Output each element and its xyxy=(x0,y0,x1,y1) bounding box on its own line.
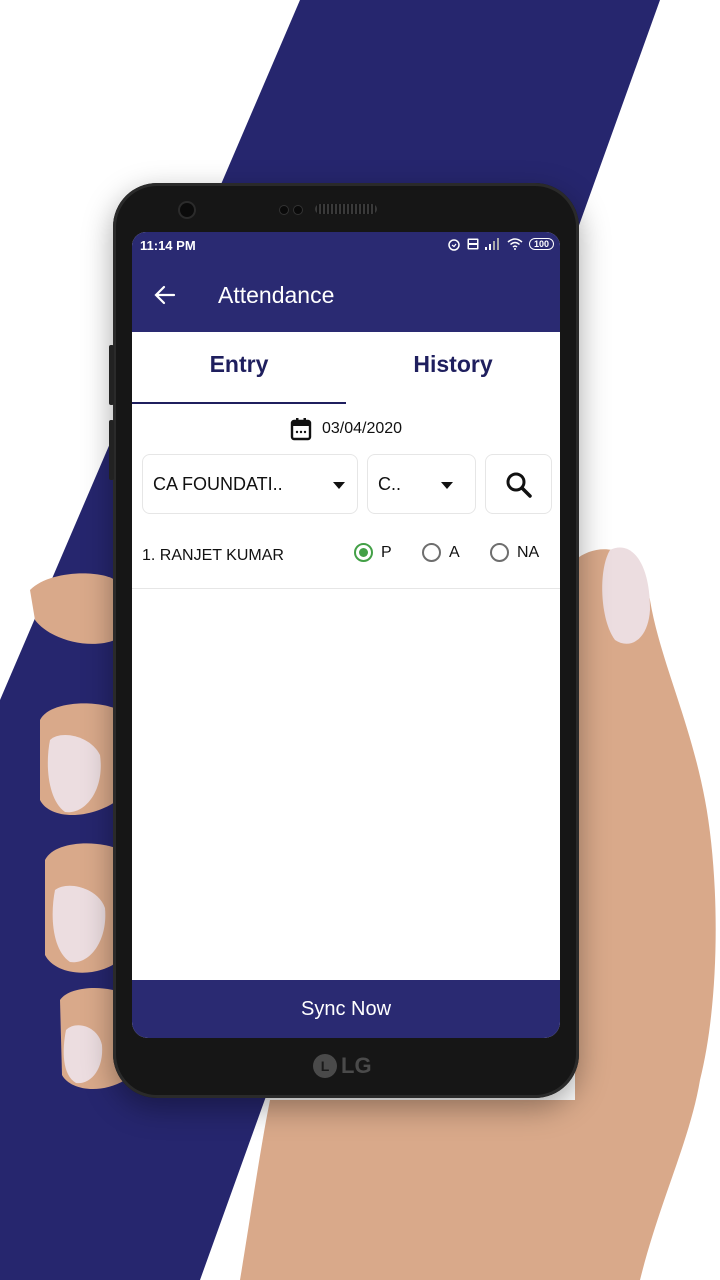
status-time: 11:14 PM xyxy=(140,238,196,253)
radio-checked-icon xyxy=(354,543,373,562)
volume-button xyxy=(109,345,114,405)
date-value: 03/04/2020 xyxy=(321,420,403,437)
radio-unchecked-icon xyxy=(422,543,441,562)
search-icon xyxy=(506,472,532,498)
radio-unchecked-icon xyxy=(490,543,509,562)
sensor xyxy=(294,206,302,214)
wifi-icon xyxy=(507,238,523,250)
page-title: Attendance xyxy=(218,282,335,308)
chevron-down-icon xyxy=(333,482,345,489)
radio-absent[interactable]: A xyxy=(422,543,460,562)
sync-now-button[interactable]: Sync Now xyxy=(132,980,560,1038)
radio-na[interactable]: NA xyxy=(490,543,539,562)
app-bar: Attendance xyxy=(132,260,560,332)
lg-logo: L LG xyxy=(313,1053,372,1079)
batch-selected: C.. xyxy=(378,474,402,494)
lg-logo-icon: L xyxy=(313,1054,337,1078)
earpiece-speaker xyxy=(315,204,377,214)
brand-label: LG xyxy=(341,1053,372,1078)
status-icons: 100 xyxy=(447,237,554,251)
front-camera xyxy=(180,203,194,217)
tab-bar: Entry History xyxy=(132,332,560,404)
tab-entry[interactable]: Entry xyxy=(132,332,346,404)
battery-icon: 100 xyxy=(528,238,554,250)
search-button[interactable] xyxy=(485,454,552,514)
sensor xyxy=(280,206,288,214)
radio-label: A xyxy=(449,543,460,561)
tab-history[interactable]: History xyxy=(346,332,560,404)
chevron-down-icon xyxy=(441,482,453,489)
date-picker[interactable]: 03/04/2020 xyxy=(132,414,560,444)
arrow-left-icon[interactable] xyxy=(152,282,178,308)
app-screen: 11:14 PM 100 Attendance Entry History 03… xyxy=(132,232,560,1038)
radio-present[interactable]: P xyxy=(354,543,392,562)
tab-indicator xyxy=(132,402,346,404)
student-row: 1. RANJET KUMAR P A NA xyxy=(132,532,560,589)
course-selected: CA FOUNDATI.. xyxy=(153,474,283,494)
calendar-icon xyxy=(290,418,312,441)
course-dropdown[interactable]: CA FOUNDATI.. xyxy=(142,454,358,514)
radio-label: NA xyxy=(517,543,540,561)
radio-label: P xyxy=(381,543,392,561)
batch-dropdown[interactable]: C.. xyxy=(367,454,476,514)
student-name: 1. RANJET KUMAR xyxy=(142,547,284,564)
status-bar: 11:14 PM 100 xyxy=(132,232,560,260)
signal-icon xyxy=(484,238,499,250)
volte-icon xyxy=(467,238,479,250)
volume-button xyxy=(109,420,114,480)
alarm-icon xyxy=(448,239,460,251)
